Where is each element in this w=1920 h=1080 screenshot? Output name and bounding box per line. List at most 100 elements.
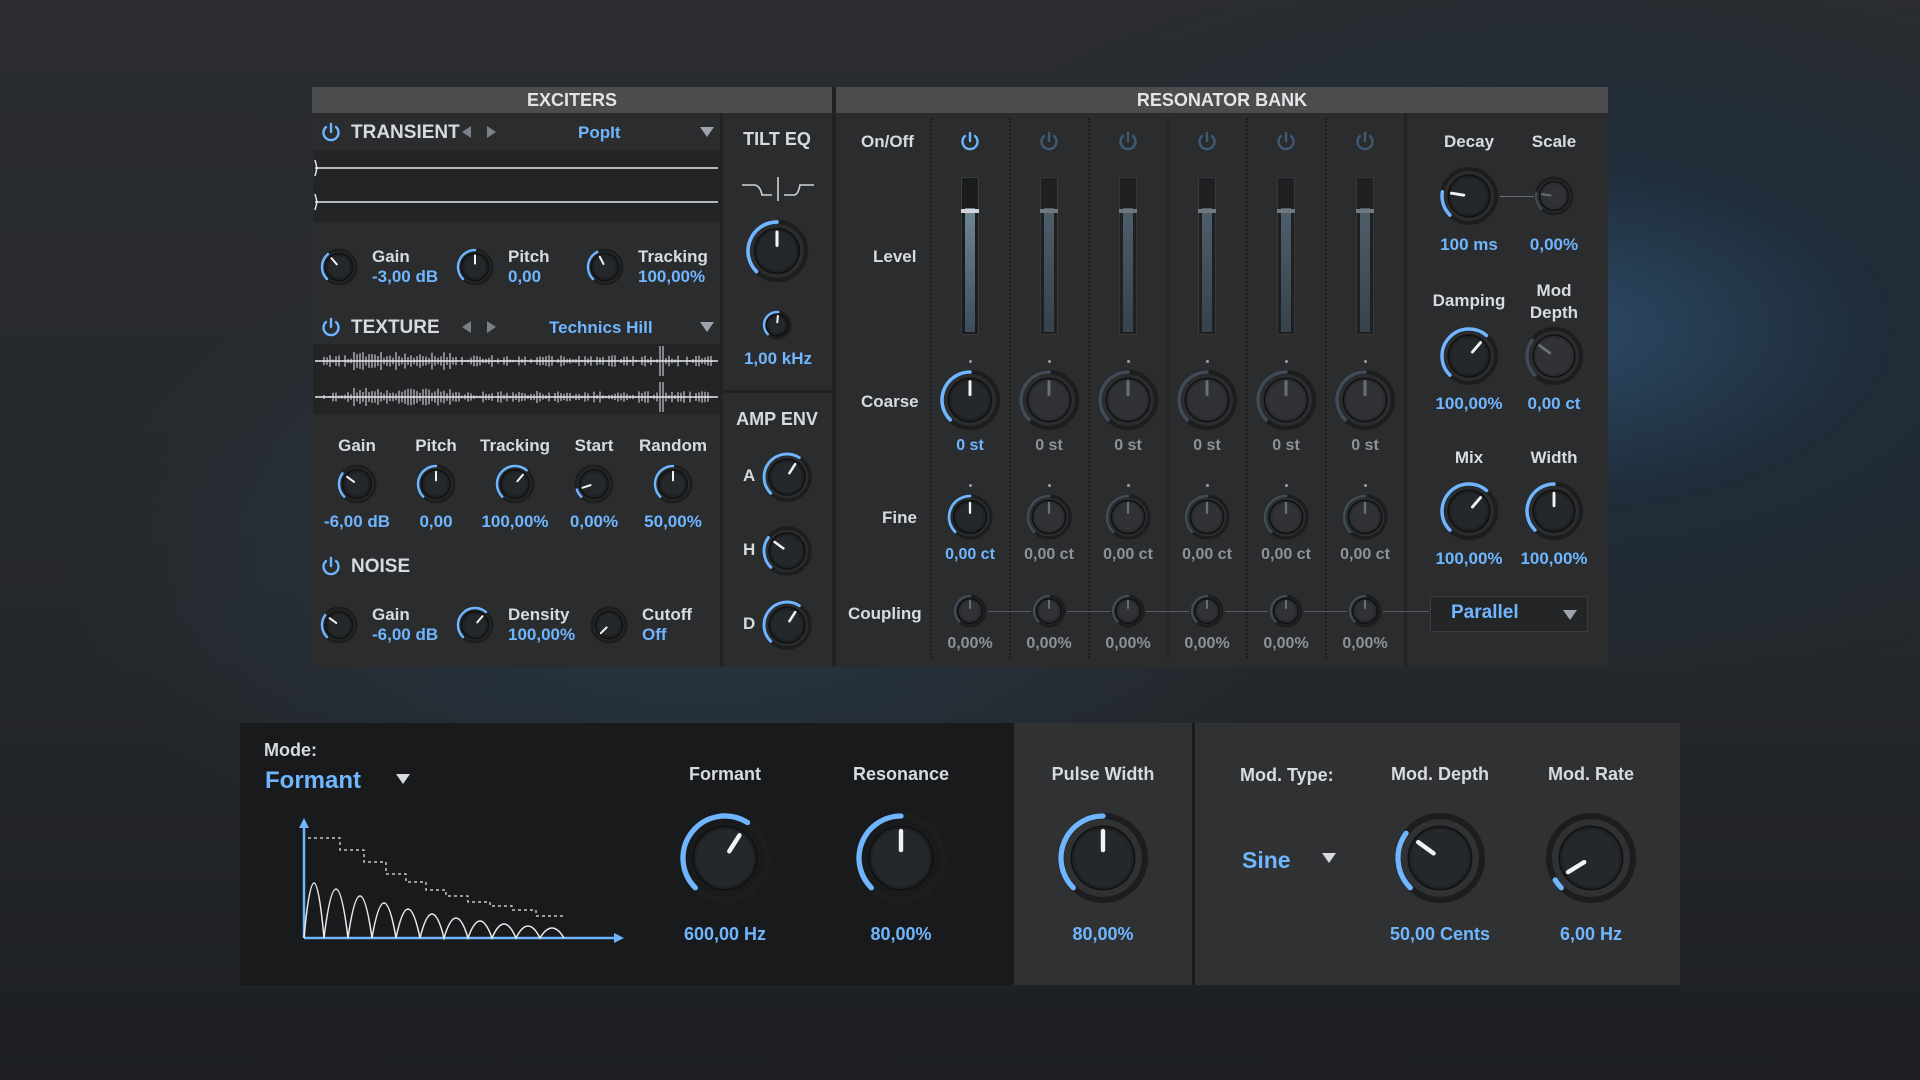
- mode-value[interactable]: Formant: [265, 767, 361, 795]
- transient-power-icon[interactable]: [320, 121, 342, 143]
- texture-pitch-knob[interactable]: [416, 464, 456, 504]
- channel-3-coarse-knob[interactable]: [1097, 369, 1159, 431]
- texture-next-icon[interactable]: [487, 321, 496, 333]
- transient-pitch-knob[interactable]: [456, 248, 494, 286]
- channel-5-power-icon[interactable]: [1275, 130, 1297, 152]
- channel-1-coarse-value: 0 st: [956, 437, 984, 454]
- channel-2-coarse-knob[interactable]: [1018, 369, 1080, 431]
- fader-handle[interactable]: [961, 209, 979, 213]
- channel-6-level-fader[interactable]: [1356, 177, 1374, 335]
- channel-6-coupling-knob[interactable]: [1348, 594, 1382, 628]
- mod-depth-knob[interactable]: [1524, 326, 1584, 386]
- channel-5-coupling-knob[interactable]: [1269, 594, 1303, 628]
- resonance-value: 80,00%: [870, 924, 932, 944]
- fader-handle[interactable]: [1198, 209, 1216, 213]
- channel-6-coarse-knob-graphic: [1334, 369, 1396, 431]
- channel-divider: [1167, 118, 1169, 658]
- resonance-knob-graphic: [855, 812, 947, 904]
- noise-cutoff-knob[interactable]: [590, 606, 628, 644]
- texture-gain-value: -6,00 dB: [323, 512, 391, 531]
- channel-3-level-fader[interactable]: [1119, 177, 1137, 335]
- channel-3-coupling-knob[interactable]: [1111, 594, 1145, 628]
- width-knob[interactable]: [1524, 481, 1584, 541]
- resonance-knob[interactable]: [855, 812, 947, 904]
- mod-type-chevron-down-icon[interactable]: [1322, 853, 1336, 863]
- formant-knob-graphic: [679, 812, 771, 904]
- channel-4-power-icon[interactable]: [1196, 130, 1218, 152]
- channel-1-power-icon[interactable]: [959, 130, 981, 152]
- transient-preset[interactable]: PopIt: [578, 123, 621, 143]
- routing-chevron-down-icon: [1563, 610, 1577, 620]
- texture-random-knob[interactable]: [653, 464, 693, 504]
- texture-preset[interactable]: Technics Hill: [549, 318, 653, 338]
- channel-4-level-fader[interactable]: [1198, 177, 1216, 335]
- decay-knob[interactable]: [1439, 166, 1499, 226]
- texture-preset-chevron-down-icon[interactable]: [700, 322, 714, 332]
- transient-preset-chevron-down-icon[interactable]: [700, 127, 714, 137]
- channel-1-fine-knob[interactable]: [947, 494, 993, 540]
- channel-3-power-icon[interactable]: [1117, 130, 1139, 152]
- fader-handle[interactable]: [1119, 209, 1137, 213]
- transient-tracking-knob[interactable]: [586, 248, 624, 286]
- texture-prev-icon[interactable]: [462, 321, 471, 333]
- channel-6-coarse-knob[interactable]: [1334, 369, 1396, 431]
- channel-2-level-fader[interactable]: [1040, 177, 1058, 335]
- channel-4-coupling-value: 0,00%: [1184, 635, 1230, 652]
- fader-handle[interactable]: [1277, 209, 1295, 213]
- noise-gain-knob[interactable]: [320, 606, 358, 644]
- channel-6-fine-knob[interactable]: [1342, 494, 1388, 540]
- channel-6-power-icon[interactable]: [1354, 130, 1376, 152]
- fader-handle[interactable]: [1040, 209, 1058, 213]
- mod-type-value[interactable]: Sine: [1242, 847, 1291, 874]
- scale-knob[interactable]: [1534, 176, 1574, 216]
- channel-4-coarse-knob[interactable]: [1176, 369, 1238, 431]
- mod-rate-knob-graphic: [1545, 812, 1637, 904]
- tilt-eq-freq-knob-graphic: [762, 310, 792, 340]
- channel-6-fine-knob-graphic: [1342, 494, 1388, 540]
- noise-density-label: Density: [508, 605, 570, 624]
- mod-rate-knob[interactable]: [1545, 812, 1637, 904]
- amp-env-a-knob[interactable]: [762, 452, 812, 502]
- texture-tracking-knob[interactable]: [495, 464, 535, 504]
- scale-value: 0,00%: [1529, 235, 1579, 254]
- texture-power-icon[interactable]: [320, 316, 342, 338]
- channel-2-power-icon[interactable]: [1038, 130, 1060, 152]
- texture-pitch-label: Pitch: [415, 436, 457, 455]
- fader-handle[interactable]: [1356, 209, 1374, 213]
- amp-env-d-knob[interactable]: [762, 600, 812, 650]
- pulse-width-knob[interactable]: [1057, 812, 1149, 904]
- channel-5-coupling-knob-graphic: [1269, 594, 1303, 628]
- channel-2-coupling-knob[interactable]: [1032, 594, 1066, 628]
- channel-1-level-fader[interactable]: [961, 177, 979, 335]
- channel-3-fine-knob[interactable]: [1105, 494, 1151, 540]
- channel-3-fine-knob-graphic: [1105, 494, 1151, 540]
- channel-1-coarse-knob[interactable]: [939, 369, 1001, 431]
- texture-start-knob[interactable]: [574, 464, 614, 504]
- transient-gain-knob[interactable]: [320, 248, 358, 286]
- channel-5-fine-knob[interactable]: [1263, 494, 1309, 540]
- texture-gain-knob[interactable]: [337, 464, 377, 504]
- tilt-eq-knob[interactable]: [745, 219, 809, 283]
- channel-5-coarse-knob[interactable]: [1255, 369, 1317, 431]
- channel-3-coarse-knob-graphic: [1097, 369, 1159, 431]
- noise-density-knob[interactable]: [456, 606, 494, 644]
- channel-2-fine-knob[interactable]: [1026, 494, 1072, 540]
- formant-knob[interactable]: [679, 812, 771, 904]
- mode-chevron-down-icon[interactable]: [396, 774, 410, 784]
- amp-env-h-knob[interactable]: [762, 526, 812, 576]
- channel-4-coupling-knob[interactable]: [1190, 594, 1224, 628]
- channel-5-fine-knob-graphic: [1263, 494, 1309, 540]
- transient-prev-icon[interactable]: [462, 126, 471, 138]
- mod-depth-knob[interactable]: [1394, 812, 1486, 904]
- channel-4-fine-knob[interactable]: [1184, 494, 1230, 540]
- damping-knob[interactable]: [1439, 326, 1499, 386]
- tilt-eq-freq-knob[interactable]: [762, 310, 792, 340]
- channel-1-coupling-knob[interactable]: [953, 594, 987, 628]
- transient-next-icon[interactable]: [487, 126, 496, 138]
- amp-env-a-knob-graphic: [762, 452, 812, 502]
- channel-5-level-fader[interactable]: [1277, 177, 1295, 335]
- mix-knob[interactable]: [1439, 481, 1499, 541]
- noise-power-icon[interactable]: [320, 555, 342, 577]
- routing-dropdown[interactable]: Parallel: [1430, 596, 1588, 632]
- width-label: Width: [1530, 448, 1578, 467]
